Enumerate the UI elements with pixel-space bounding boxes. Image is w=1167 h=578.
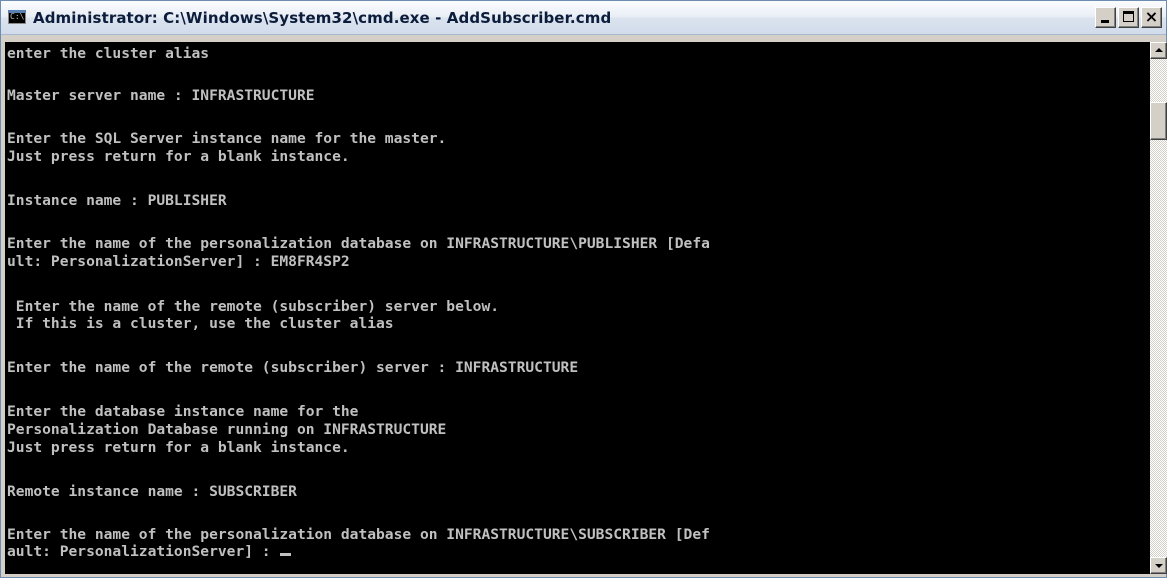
cmd-window: C:\ Administrator: C:\Windows\System32\c… [0, 0, 1167, 578]
minimize-button[interactable] [1095, 7, 1116, 28]
minimize-icon [1101, 20, 1109, 23]
console-prompt-text: ault: PersonalizationServer] : [7, 543, 280, 560]
arrow-up-icon [1155, 48, 1163, 52]
console-line: ult: PersonalizationServer] : EM8FR4SP2 [7, 253, 350, 270]
console-line: Enter the database instance name for the [7, 403, 359, 420]
console-line: Enter the name of the personalization da… [7, 526, 710, 543]
console-line: Personalization Database running on INFR… [7, 421, 447, 438]
console-line: Just press return for a blank instance. [7, 148, 350, 165]
console-line: Remote instance name : SUBSCRIBER [7, 483, 297, 500]
text-cursor [280, 553, 292, 556]
close-icon: × [1144, 7, 1159, 26]
close-button[interactable]: × [1141, 7, 1162, 28]
cmd-app-icon[interactable]: C:\ [8, 10, 26, 24]
console-line: If this is a cluster, use the cluster al… [7, 315, 394, 332]
console-line: enter the cluster alias [7, 45, 210, 62]
vertical-scrollbar[interactable] [1150, 42, 1167, 574]
console-line: Enter the name of the personalization da… [7, 235, 710, 252]
console-line: Master server name : INFRASTRUCTURE [7, 87, 315, 104]
maximize-icon [1123, 11, 1134, 22]
caption-buttons: × [1095, 7, 1162, 28]
console-prompt-line[interactable]: ault: PersonalizationServer] : [7, 543, 292, 561]
console-line: Just press return for a blank instance. [7, 439, 350, 456]
console-line: Enter the SQL Server instance name for t… [7, 130, 447, 147]
console-output[interactable]: enter the cluster alias Master server na… [5, 42, 1150, 574]
scroll-up-button[interactable] [1150, 42, 1167, 59]
scrollbar-thumb[interactable] [1150, 102, 1167, 140]
console-line: Enter the name of the remote (subscriber… [7, 298, 500, 315]
scroll-down-button[interactable] [1150, 557, 1167, 574]
title-bar[interactable]: C:\ Administrator: C:\Windows\System32\c… [1, 1, 1166, 35]
console-line: Instance name : PUBLISHER [7, 192, 227, 209]
maximize-button[interactable] [1118, 7, 1139, 28]
arrow-down-icon [1155, 564, 1163, 568]
console-line: Enter the name of the remote (subscriber… [7, 359, 579, 376]
window-title: Administrator: C:\Windows\System32\cmd.e… [33, 9, 612, 27]
